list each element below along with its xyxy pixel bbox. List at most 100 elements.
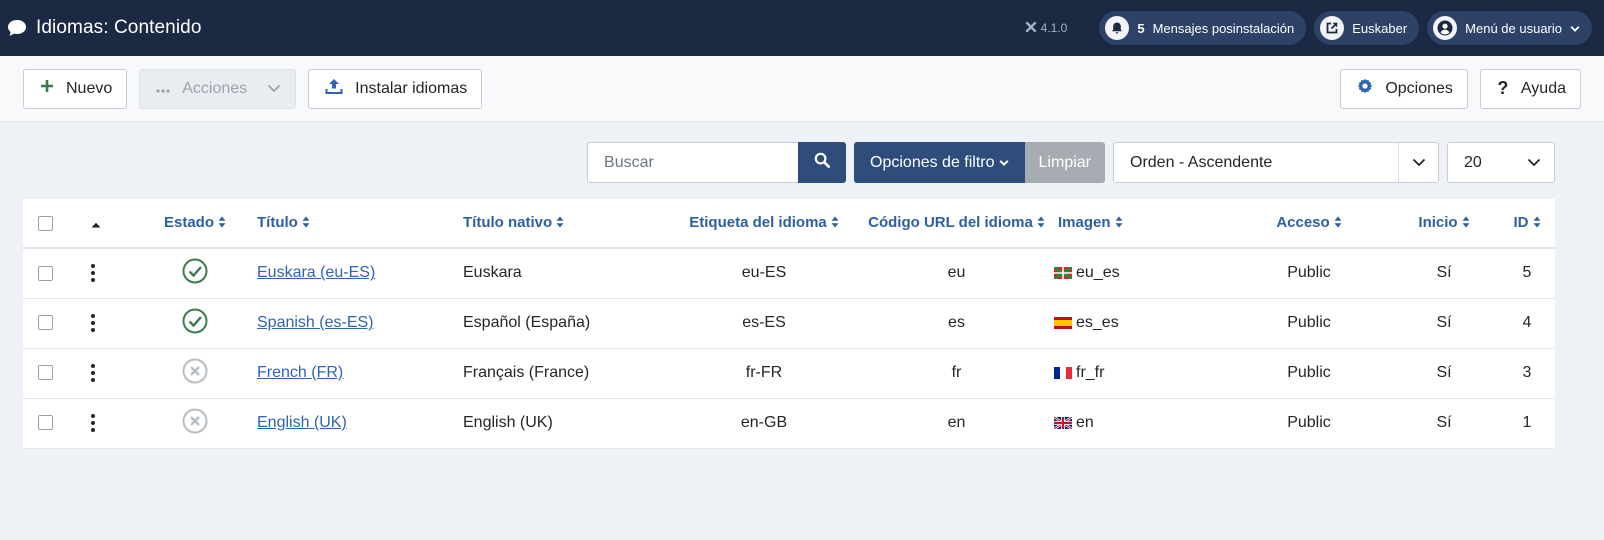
user-circle-icon [1433, 16, 1458, 40]
language-title-link[interactable]: Spanish (es-ES) [257, 314, 374, 331]
caret-up-icon [91, 215, 101, 232]
row-select-cell [23, 348, 69, 398]
access-cell: Public [1287, 264, 1331, 282]
unpublished-x-icon[interactable] [182, 408, 208, 438]
home-cell: Sí [1436, 314, 1452, 331]
vertical-dots-icon[interactable] [91, 363, 95, 382]
url-code-cell: eu [947, 264, 966, 282]
language-title-link[interactable]: English (UK) [257, 414, 347, 431]
ordering-header[interactable] [69, 199, 164, 248]
search-input[interactable] [587, 142, 799, 183]
limit-select-value: 20 [1464, 153, 1482, 171]
gear-icon [1357, 78, 1373, 99]
site-link-button[interactable]: Euskaber [1314, 11, 1420, 45]
language-tag-cell: fr-FR [745, 364, 783, 381]
column-header-titulo-label: Título [257, 214, 298, 232]
chat-bubble-icon [6, 18, 28, 38]
table-row: Euskara (eu-ES) Euskara eu-ES eu eu_es P… [23, 248, 1555, 298]
row-select-cell [23, 298, 69, 348]
limit-select[interactable]: 20 [1447, 142, 1555, 183]
column-header-estado[interactable]: Estado [164, 199, 257, 248]
published-check-icon[interactable] [182, 308, 208, 338]
post-install-messages-button[interactable]: 5 Mensajes posinstalación [1099, 11, 1307, 45]
help-button[interactable]: ? Ayuda [1479, 68, 1581, 109]
user-menu-button[interactable]: Menú de usuario [1427, 11, 1592, 45]
access-cell: Public [1287, 314, 1331, 331]
id-cell: 1 [1522, 414, 1532, 431]
title-cell: French (FR) [257, 348, 463, 398]
select-all-cell [23, 199, 69, 248]
unpublished-x-icon[interactable] [182, 358, 208, 388]
column-header-acceso[interactable]: Acceso [1229, 199, 1389, 248]
chevron-down-icon [1398, 143, 1438, 182]
image-code: eu_es [1076, 264, 1120, 282]
sort-icon [1115, 215, 1123, 232]
row-actions-cell [69, 348, 164, 398]
column-header-id[interactable]: ID [1499, 199, 1555, 248]
row-actions-cell [69, 298, 164, 348]
vertical-dots-icon[interactable] [91, 413, 95, 432]
vertical-dots-icon[interactable] [91, 313, 95, 332]
title-cell: Euskara (eu-ES) [257, 248, 463, 298]
toolbar: Nuevo Acciones Instalar idiomas Opciones… [0, 56, 1604, 122]
version-text: 4.1.0 [1040, 21, 1068, 35]
column-header-titulo[interactable]: Título [257, 199, 463, 248]
notification-count: 5 [1137, 20, 1145, 36]
image-cell: en [1053, 398, 1229, 448]
table-row: Spanish (es-ES) Español (España) es-ES e… [23, 298, 1555, 348]
column-header-inicio[interactable]: Inicio [1389, 199, 1499, 248]
status-cell [164, 298, 257, 348]
search-button[interactable] [798, 142, 847, 183]
url-code-cell: es [948, 314, 965, 331]
chevron-down-icon [1514, 143, 1554, 182]
vertical-dots-icon[interactable] [91, 264, 95, 283]
filter-options-label: Opciones de filtro [870, 153, 995, 171]
row-checkbox[interactable] [38, 315, 53, 331]
uk-flag-icon [1053, 415, 1073, 430]
top-header: Idiomas: Contenido 4.1.0 5 Mensajes posi… [0, 0, 1604, 56]
install-languages-button[interactable]: Instalar idiomas [308, 68, 483, 109]
row-actions-cell [69, 398, 164, 448]
column-header-etiqueta[interactable]: Etiqueta del idioma [669, 199, 859, 248]
chevron-down-icon [1570, 21, 1580, 36]
row-select-cell [23, 248, 69, 298]
actions-dropdown[interactable]: Acciones [139, 68, 297, 109]
language-title-link[interactable]: Euskara (eu-ES) [257, 264, 375, 281]
column-header-imagen[interactable]: Imagen [1054, 199, 1229, 248]
row-checkbox[interactable] [38, 365, 53, 381]
upload-icon [325, 78, 343, 99]
select-all-checkbox[interactable] [38, 216, 53, 232]
title-cell: English (UK) [257, 398, 463, 448]
access-cell: Public [1287, 414, 1331, 431]
id-cell: 5 [1522, 264, 1532, 282]
row-checkbox[interactable] [38, 415, 53, 431]
languages-table-wrap: Estado Título Título nativo Etiqueta del… [23, 199, 1555, 449]
clear-button[interactable]: Limpiar [1024, 142, 1105, 183]
new-button[interactable]: Nuevo [23, 68, 128, 109]
column-header-titulo-nativo[interactable]: Título nativo [463, 199, 669, 248]
image-code: fr_fr [1076, 364, 1105, 381]
filter-options-button[interactable]: Opciones de filtro [854, 142, 1025, 183]
language-tag-cell: en-GB [740, 414, 788, 431]
url-code-cell: fr [951, 364, 962, 381]
published-check-icon[interactable] [182, 258, 208, 288]
spanish-flag-icon [1054, 316, 1072, 329]
language-title-link[interactable]: French (FR) [257, 364, 343, 381]
help-label: Ayuda [1520, 79, 1566, 97]
status-cell [164, 398, 257, 448]
column-header-acceso-label: Acceso [1276, 214, 1330, 232]
column-header-codigo[interactable]: Código URL del idioma [859, 199, 1054, 248]
image-cell: fr_fr [1054, 348, 1229, 398]
row-checkbox[interactable] [38, 265, 53, 281]
options-button[interactable]: Opciones [1340, 68, 1468, 109]
status-cell [164, 348, 257, 398]
home-cell: Sí [1436, 264, 1452, 282]
joomla-logo-icon [1025, 21, 1037, 36]
order-select[interactable]: Orden - Ascendente [1113, 142, 1439, 183]
image-cell: eu_es [1053, 248, 1229, 298]
column-header-imagen-label: Imagen [1058, 214, 1111, 232]
column-header-codigo-label: Código URL del idioma [868, 214, 1033, 232]
table-row: English (UK) English (UK) en-GB en en Pu… [23, 398, 1555, 448]
column-header-inicio-label: Inicio [1418, 214, 1458, 232]
external-link-icon [1320, 16, 1345, 40]
